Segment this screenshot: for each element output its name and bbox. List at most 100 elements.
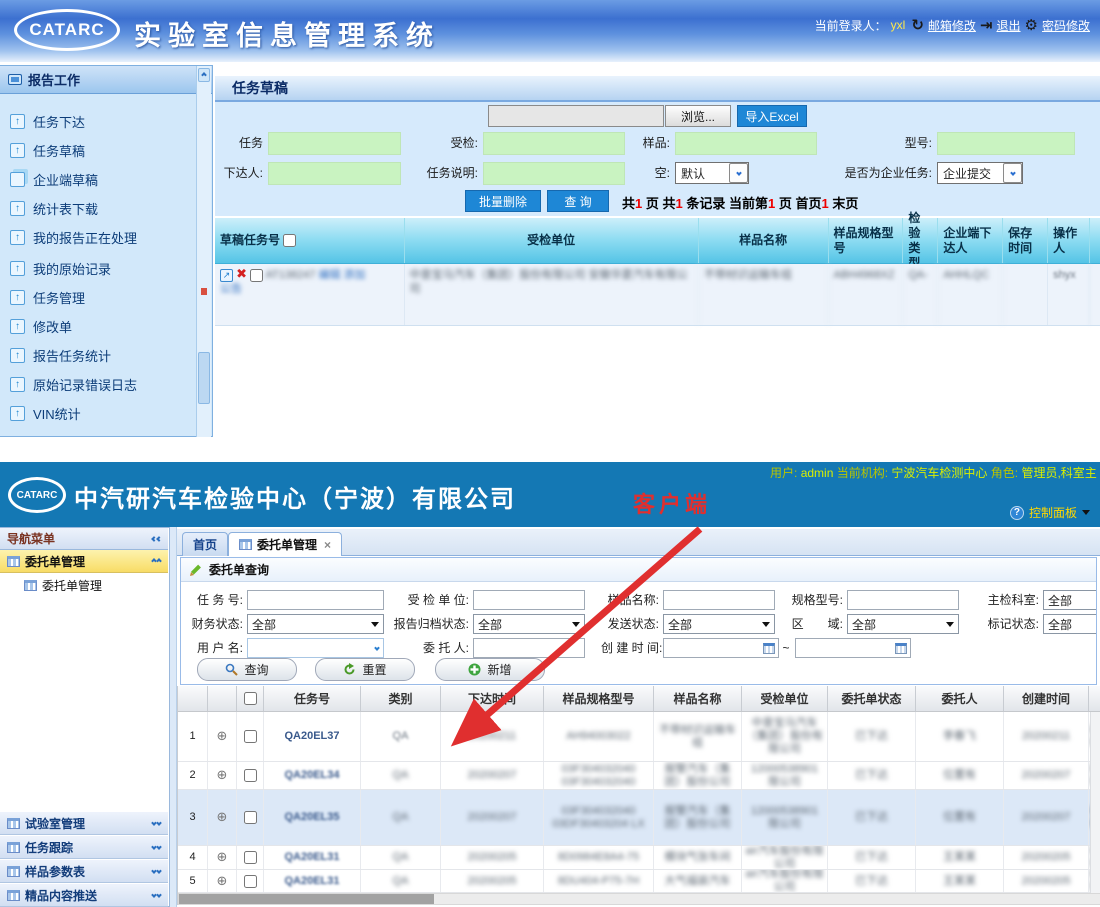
edit-links-2[interactable]: 公告	[220, 283, 242, 295]
page-link[interactable]: 1	[821, 196, 828, 211]
logout-link[interactable]: 退出	[997, 17, 1021, 34]
client-org[interactable]: 宁波汽车检测中心	[891, 466, 987, 480]
tab-entrust-manage[interactable]: 委托单管理 ×	[228, 532, 342, 556]
created-from-date[interactable]	[663, 638, 779, 658]
table-row-highlighted[interactable]: 3 ⊕ QA20EL35 QA 20200207 03F304032040 03…	[178, 790, 1100, 846]
main-dept-select[interactable]: 全部	[1043, 590, 1097, 610]
username-combo[interactable]	[247, 638, 384, 658]
cell-expand[interactable]: ⊕	[208, 762, 237, 789]
sample-input[interactable]	[675, 132, 817, 155]
expand-down-icon[interactable]	[152, 869, 161, 873]
last-page-link[interactable]: 末页	[832, 196, 858, 211]
send-status-select[interactable]: 全部	[663, 614, 775, 634]
sidebar-item-task-issue[interactable]: ↑任务下达	[10, 107, 85, 136]
model-input[interactable]	[937, 132, 1075, 155]
archive-status-select[interactable]: 全部	[473, 614, 585, 634]
nav-group-sample-params[interactable]: 样品参数表	[0, 859, 168, 883]
row-checkbox[interactable]	[250, 269, 263, 282]
cell-expand[interactable]: ⊕	[208, 712, 237, 761]
client-person-input[interactable]	[473, 638, 585, 658]
row-checkbox[interactable]	[244, 811, 257, 824]
horizontal-scrollbar[interactable]	[178, 893, 1100, 905]
sidebar-scrollbar[interactable]	[196, 66, 211, 437]
control-panel-menu[interactable]: ? 控制面板	[1010, 504, 1090, 521]
row-checkbox[interactable]	[244, 730, 257, 743]
cell-checkbox[interactable]	[237, 762, 264, 789]
sidebar-item-report-task-stats[interactable]: ↑报告任务统计	[10, 341, 111, 370]
row-checkbox[interactable]	[244, 875, 257, 888]
sidebar-item-task-draft[interactable]: ↑任务草稿	[10, 136, 85, 165]
expand-down-icon[interactable]	[152, 845, 161, 849]
spec-model-input[interactable]	[847, 590, 959, 610]
inspected-unit-input[interactable]	[473, 590, 585, 610]
cell-task-no[interactable]: QA20EL31	[264, 846, 361, 869]
expand-icon[interactable]: ⊕	[217, 730, 228, 743]
finance-status-select[interactable]: 全部	[247, 614, 384, 634]
nav-group-entrust-manage[interactable]: 委托单管理	[0, 550, 168, 573]
reset-button[interactable]: 重置	[315, 658, 415, 681]
cell-checkbox[interactable]	[237, 790, 264, 845]
email-edit-link[interactable]: 邮箱修改	[928, 17, 976, 34]
browse-button[interactable]: 浏览...	[665, 105, 731, 127]
sidebar-item-modify-order[interactable]: ↑修改单	[10, 312, 72, 341]
cell-task-no[interactable]: QA20EL34	[264, 762, 361, 789]
password-edit-link[interactable]: 密码修改	[1042, 17, 1090, 34]
gear-icon[interactable]: ⚙	[1025, 16, 1038, 34]
cell-expand[interactable]: ⊕	[208, 846, 237, 869]
query-button[interactable]: 查 询	[547, 190, 609, 212]
created-to-date[interactable]	[795, 638, 911, 658]
sidebar-item-enterprise-draft[interactable]: 企业端草稿	[10, 165, 98, 194]
sidebar-item-stat-download[interactable]: ↑统计表下载	[10, 194, 98, 223]
cell-task-no[interactable]: QA20EL35	[264, 790, 361, 845]
enterprise-task-select[interactable]: 企业提交	[937, 162, 1023, 184]
cell-task-no[interactable]: QA20EL31	[264, 870, 361, 892]
tab-home[interactable]: 首页	[182, 532, 228, 556]
expand-icon[interactable]: ⊕	[217, 769, 228, 782]
cell-expand[interactable]: ⊕	[208, 790, 237, 845]
task-no-input[interactable]	[247, 590, 384, 610]
select-all-checkbox[interactable]	[283, 234, 296, 247]
scrollbar-thumb[interactable]	[198, 352, 210, 404]
table-row[interactable]: 1 ⊕ QA20EL37 QA 20200211 AH94003022 不带材识…	[178, 712, 1100, 762]
mark-status-select[interactable]: 全部	[1043, 614, 1097, 634]
import-excel-button[interactable]: 导入Excel	[737, 105, 807, 127]
add-button[interactable]: 新增	[435, 658, 545, 681]
sample-name-input[interactable]	[663, 590, 775, 610]
sidebar-item-my-raw-records[interactable]: ↑我的原始记录	[10, 254, 111, 283]
expand-down-icon[interactable]	[152, 893, 161, 897]
batch-delete-button[interactable]: 批量删除	[465, 190, 541, 212]
nav-splitter[interactable]	[170, 527, 177, 907]
expand-icon[interactable]: ⊕	[217, 875, 228, 888]
delete-icon[interactable]: ✖	[236, 267, 247, 282]
sidebar-item-my-reports-processing[interactable]: ↑我的报告正在处理	[10, 223, 137, 252]
row-checkbox[interactable]	[244, 851, 257, 864]
select-all-checkbox[interactable]	[244, 692, 257, 705]
cell-checkbox[interactable]	[237, 846, 264, 869]
logout-icon[interactable]: ⇥	[980, 16, 993, 34]
edit-icon[interactable]: ↗	[220, 269, 233, 282]
scroll-up-icon[interactable]	[198, 68, 210, 82]
close-tab-icon[interactable]: ×	[324, 538, 331, 552]
sidebar-item-raw-record-error-log[interactable]: ↑原始记录错误日志	[10, 370, 137, 399]
search-button[interactable]: 查询	[197, 658, 297, 681]
nav-group-content-push[interactable]: 精品内容推送	[0, 883, 168, 907]
refresh-icon[interactable]: ↻	[911, 16, 924, 34]
expand-icon[interactable]: ⊕	[217, 851, 228, 864]
nav-group-task-track[interactable]: 任务跟踪	[0, 835, 168, 859]
edit-links[interactable]: 编辑 添加	[319, 269, 366, 281]
nav-group-lab-manage[interactable]: 试验室管理	[0, 811, 168, 835]
table-row[interactable]: 4 ⊕ QA20EL31 QA 20200205 8D0984E8A4-75 模…	[178, 846, 1100, 870]
task-desc-input[interactable]	[483, 162, 625, 185]
table-row[interactable]: 2 ⊕ QA20EL34 QA 20200207 03F304032040 03…	[178, 762, 1100, 790]
empty-select[interactable]: 默认	[675, 162, 749, 184]
sidebar-item-task-manage[interactable]: ↑任务管理	[10, 283, 85, 312]
row-checkbox[interactable]	[244, 769, 257, 782]
expand-down-icon[interactable]	[152, 821, 161, 825]
nav-item-entrust-manage[interactable]: 委托单管理	[0, 573, 168, 597]
cell-task-no[interactable]: QA20EL37	[264, 712, 361, 761]
vertical-scrollbar[interactable]	[1090, 712, 1100, 893]
region-select[interactable]: 全部	[847, 614, 959, 634]
cell-checkbox[interactable]	[237, 712, 264, 761]
expand-icon[interactable]: ⊕	[217, 811, 228, 824]
sidebar-item-vin-stats[interactable]: ↑VIN统计	[10, 399, 81, 428]
